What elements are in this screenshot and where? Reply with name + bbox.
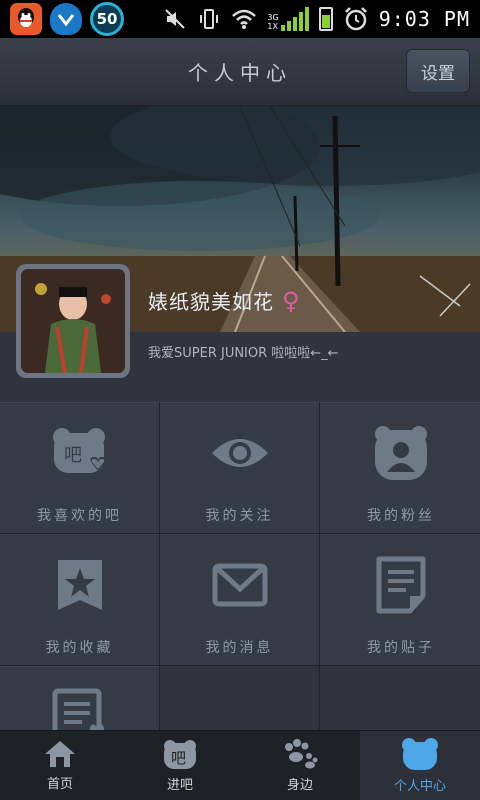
menu-item-label: 我的消息 — [205, 640, 274, 656]
nav-profile-label: 个人中心 — [393, 779, 446, 794]
menu-item-favorites[interactable]: 我的收藏 — [0, 534, 159, 665]
bottom-nav: 首页 吧 进吧 身边 个人中心 — [0, 730, 480, 800]
menu-item-label: 我的收藏 — [45, 640, 114, 656]
bar-heart-icon: 吧 — [48, 421, 112, 485]
menu-item-extra[interactable] — [0, 666, 159, 730]
empty-cell — [160, 666, 319, 730]
eye-icon — [208, 421, 272, 485]
signature: 我爱SUPER JUNIOR 啦啦啦←_← — [148, 346, 339, 361]
header-bar: 个人中心 设置 — [0, 38, 480, 106]
empty-cell — [320, 666, 480, 730]
menu-item-label: 我的粉丝 — [367, 508, 435, 524]
menu-item-label: 我的贴子 — [367, 640, 435, 656]
document-icon — [369, 553, 433, 617]
bear-icon — [402, 738, 438, 770]
menu-item-messages[interactable]: 我的消息 — [160, 534, 319, 665]
nav-profile[interactable]: 个人中心 — [360, 731, 480, 800]
nav-bars[interactable]: 吧 进吧 — [120, 731, 240, 800]
alarm-icon — [344, 7, 367, 31]
svg-text:吧: 吧 — [171, 749, 186, 767]
fans-icon — [369, 421, 433, 485]
status-bar: 50 3G 1X 9:03 PM — [0, 0, 480, 38]
menu-item-following[interactable]: 我的关注 — [160, 402, 319, 533]
battery-icon — [318, 7, 333, 31]
username-text: 婊纸貌美如花 — [148, 290, 274, 314]
page-title: 个人中心 — [188, 61, 292, 85]
svg-text:吧: 吧 — [64, 445, 82, 466]
mute-icon — [165, 9, 186, 29]
vibrate-icon — [200, 9, 219, 29]
wifi-icon — [232, 9, 257, 29]
nav-bars-label: 进吧 — [166, 778, 193, 793]
envelope-icon — [208, 553, 272, 617]
menu-item-fans[interactable]: 我的粉丝 — [320, 402, 480, 533]
female-icon: ♀ — [282, 286, 301, 315]
menu-grid: 吧 我喜欢的吧 我的关注 我的粉丝 我的收藏 我的消息 我的贴子 — [0, 402, 480, 730]
menu-item-label: 我喜欢的吧 — [37, 508, 122, 524]
nav-home-label: 首页 — [46, 777, 73, 792]
home-icon — [45, 741, 75, 767]
document-hand-icon — [48, 685, 112, 730]
menu-item-liked-bars[interactable]: 吧 我喜欢的吧 — [0, 402, 159, 533]
network-sub: 1X — [267, 22, 278, 31]
shield-icon — [50, 3, 82, 35]
settings-button[interactable]: 设置 — [406, 49, 470, 93]
qq-icon — [10, 3, 42, 35]
bar-icon: 吧 — [164, 740, 196, 769]
menu-item-posts[interactable]: 我的贴子 — [320, 534, 480, 665]
username: 婊纸貌美如花 ♀ — [148, 286, 301, 315]
avatar[interactable] — [16, 264, 130, 378]
signal-icon — [280, 7, 309, 31]
nav-nearby-label: 身边 — [286, 778, 313, 793]
clock: 9:03 PM — [378, 7, 470, 31]
paw-icon — [285, 739, 318, 769]
menu-item-label: 我的关注 — [205, 508, 274, 524]
bookmark-star-icon — [48, 553, 112, 617]
network-type: 3G — [267, 13, 279, 22]
badge-50-icon: 50 — [90, 2, 124, 36]
nav-nearby[interactable]: 身边 — [240, 731, 360, 800]
nav-home[interactable]: 首页 — [0, 731, 120, 800]
